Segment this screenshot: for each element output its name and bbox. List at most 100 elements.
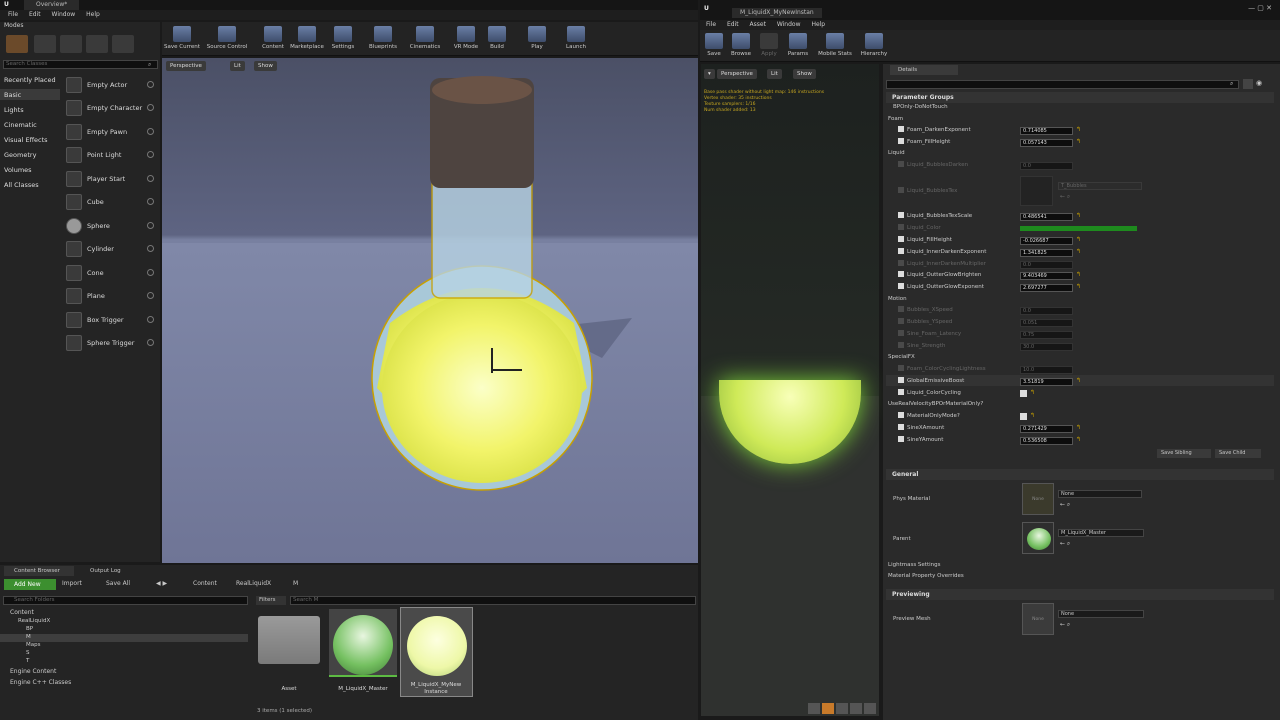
tab-output-log[interactable]: Output Log	[80, 566, 140, 576]
apply-button[interactable]: Apply	[755, 33, 783, 57]
override-checkbox[interactable]	[898, 224, 904, 230]
tab-content-browser[interactable]: Content Browser	[4, 566, 74, 576]
value-liquid-bubbles-tex-scale[interactable]: 0.486541	[1020, 213, 1073, 221]
value-bubbles-yspeed[interactable]: 0.051	[1020, 319, 1073, 327]
override-checkbox[interactable]	[898, 187, 904, 193]
reset-arrow-icon[interactable]: ↰	[1076, 236, 1081, 243]
override-checkbox[interactable]	[898, 212, 904, 218]
override-checkbox[interactable]	[898, 271, 904, 277]
eye-icon[interactable]: ◉	[1256, 79, 1262, 87]
group-specialfx[interactable]: SpecialFX	[888, 352, 915, 363]
landscape-mode-icon[interactable]	[60, 35, 82, 53]
override-checkbox[interactable]	[898, 424, 904, 430]
preview-lit-button[interactable]: Lit	[767, 69, 782, 79]
reset-arrow-icon[interactable]: ↰	[1076, 212, 1081, 219]
tree-engine-cpp-classes[interactable]: Engine C++ Classes	[10, 679, 71, 686]
lightmass-settings-row[interactable]: Lightmass Settings	[888, 560, 941, 571]
tree-m[interactable]: M	[26, 634, 31, 640]
level-viewport[interactable]	[162, 58, 698, 563]
save-sibling-button[interactable]: Save Sibling	[1157, 449, 1211, 458]
browse-button[interactable]: Browse	[727, 33, 755, 57]
window-controls-icon[interactable]: — ▢ ✕	[1248, 3, 1272, 13]
tree-maps[interactable]: Maps	[26, 642, 40, 648]
tree-engine-content[interactable]: Engine Content	[10, 668, 56, 675]
paint-mode-icon[interactable]	[34, 35, 56, 53]
override-checkbox[interactable]	[898, 389, 904, 395]
value-bubbles-xspeed[interactable]: 0.0	[1020, 307, 1073, 315]
save-all-button[interactable]: Save All	[106, 580, 130, 587]
use-browse-icons[interactable]: ← ⌕	[1060, 621, 1070, 629]
menu-file[interactable]: File	[706, 21, 716, 28]
override-checkbox[interactable]	[898, 260, 904, 266]
preview-mesh-thumbnail[interactable]: None	[1022, 603, 1054, 635]
class-empty-character[interactable]: Empty Character	[62, 97, 157, 119]
override-checkbox[interactable]	[898, 126, 904, 132]
filters-button[interactable]: Filters	[256, 596, 286, 605]
phys-material-thumbnail[interactable]: None	[1022, 483, 1054, 515]
category-basic[interactable]: Basic	[4, 91, 21, 99]
source-control-button[interactable]: Source Control	[205, 26, 249, 50]
phys-material-dropdown[interactable]: None	[1058, 490, 1142, 498]
reset-arrow-icon[interactable]: ↰	[1076, 248, 1081, 255]
reset-arrow-icon[interactable]: ↰	[1030, 412, 1035, 419]
reset-arrow-icon[interactable]: ↰	[1076, 126, 1081, 133]
details-search-input[interactable]	[886, 80, 1239, 89]
override-checkbox[interactable]	[898, 248, 904, 254]
texture-dropdown[interactable]: T_Bubbles	[1058, 182, 1142, 190]
value-sine-y-amount[interactable]: 0.536508	[1020, 437, 1073, 445]
value-liquid-bubbles-darken[interactable]: 0.0	[1020, 162, 1073, 170]
show-button[interactable]: Show	[254, 61, 277, 71]
override-checkbox[interactable]	[898, 306, 904, 312]
parent-thumbnail[interactable]	[1022, 522, 1054, 554]
texture-thumbnail[interactable]	[1020, 176, 1053, 206]
tree-bp[interactable]: BP	[26, 626, 33, 632]
material-preview-viewport[interactable]	[701, 64, 879, 716]
marketplace-button[interactable]: Marketplace	[288, 26, 326, 50]
preview-perspective-button[interactable]: Perspective	[717, 69, 757, 79]
reset-arrow-icon[interactable]: ↰	[1076, 436, 1081, 443]
category-visual-effects[interactable]: Visual Effects	[4, 136, 48, 144]
preview-mesh-dropdown[interactable]: None	[1058, 610, 1144, 618]
parent-dropdown[interactable]: M_LiquidX_Master	[1058, 529, 1144, 537]
import-button[interactable]: Import	[62, 580, 82, 587]
value-sine-x-amount[interactable]: 0.271429	[1020, 425, 1073, 433]
reset-arrow-icon[interactable]: ↰	[1030, 389, 1035, 396]
settings-button[interactable]: Settings	[324, 26, 362, 50]
lit-button[interactable]: Lit	[230, 61, 245, 71]
value-foam-fill-height[interactable]: 0.057143	[1020, 139, 1073, 147]
category-all-classes[interactable]: All Classes	[4, 181, 39, 189]
save-button[interactable]: Save	[700, 33, 728, 57]
class-empty-actor[interactable]: Empty Actor	[62, 74, 157, 96]
preview-show-button[interactable]: Show	[793, 69, 816, 79]
menu-file[interactable]: File	[8, 11, 18, 18]
content-button[interactable]: Content	[254, 26, 292, 50]
details-tab[interactable]: Details	[890, 65, 958, 75]
tree-s[interactable]: S	[26, 650, 30, 656]
menu-window[interactable]: Window	[52, 11, 76, 18]
launch-button[interactable]: Launch	[557, 26, 595, 50]
search-classes-input[interactable]: Search Classes	[3, 60, 158, 69]
search-assets-input[interactable]: Search M	[290, 596, 696, 605]
category-recently-placed[interactable]: Recently Placed	[4, 76, 56, 84]
params-button[interactable]: Params	[784, 33, 812, 57]
reset-arrow-icon[interactable]: ↰	[1076, 424, 1081, 431]
override-checkbox[interactable]	[898, 342, 904, 348]
value-global-emissive-boost[interactable]: 3.51819	[1020, 378, 1073, 386]
class-empty-pawn[interactable]: Empty Pawn	[62, 121, 157, 143]
value-liquid-inner-darken-multiplier[interactable]: 0.0	[1020, 261, 1073, 269]
class-box-trigger[interactable]: Box Trigger	[62, 309, 157, 331]
hierarchy-button[interactable]: Hierarchy	[857, 33, 891, 57]
level-tab[interactable]: Overview*	[24, 0, 80, 10]
override-checkbox[interactable]	[898, 365, 904, 371]
value-foam-color-cycling-lightness[interactable]: 10.0	[1020, 366, 1073, 374]
menu-asset[interactable]: Asset	[750, 21, 766, 28]
category-lights[interactable]: Lights	[4, 106, 24, 114]
value-checkbox[interactable]	[1020, 390, 1027, 397]
group-use-real-velocity[interactable]: UseRealVelocityBPOrMaterialOnly?	[888, 399, 983, 410]
menu-window[interactable]: Window	[777, 21, 801, 28]
play-button[interactable]: Play	[518, 26, 556, 50]
add-new-button[interactable]: Add New	[4, 579, 56, 590]
category-volumes[interactable]: Volumes	[4, 166, 32, 174]
menu-help[interactable]: Help	[86, 11, 100, 18]
material-instance-tab[interactable]: M_LiquidX_MyNewInstan	[732, 8, 822, 18]
